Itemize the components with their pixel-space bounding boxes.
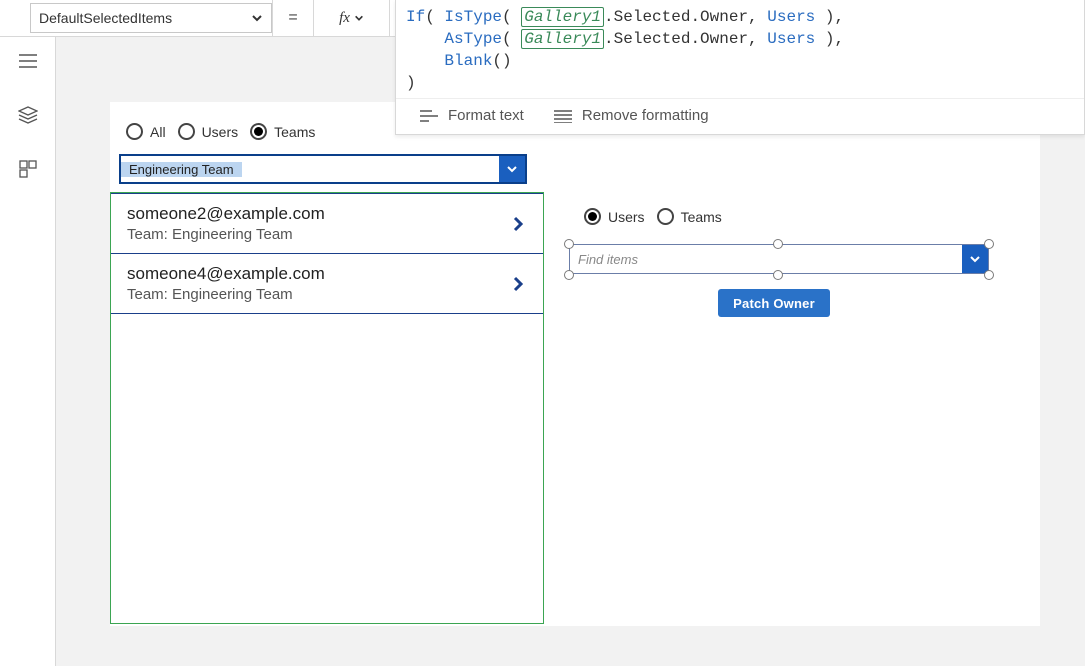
gallery-column: All Users Teams Engineering Team [110,102,547,626]
list-item-email: someone2@example.com [127,204,325,224]
selection-handle[interactable] [564,270,574,280]
format-text-button[interactable]: Format text [420,107,524,124]
chevron-down-icon [962,245,988,273]
formula-toolbar: Format text Remove formatting [396,98,1084,134]
fx-label: fx [339,10,350,27]
team-dropdown-value: Engineering Team [121,162,242,177]
radio-icon [178,123,195,140]
list-item-team: Team: Engineering Team [127,286,325,303]
filter-radio-users[interactable]: Users [178,123,239,140]
patch-owner-button[interactable]: Patch Owner [718,289,830,317]
fx-dropdown[interactable]: fx [314,0,390,36]
selection-handle[interactable] [984,270,994,280]
radio-icon [657,208,674,225]
selection-handle[interactable] [984,239,994,249]
selection-handle[interactable] [564,239,574,249]
radio-icon [584,208,601,225]
owner-radio-teams[interactable]: Teams [657,208,722,225]
remove-formatting-icon [554,109,572,123]
team-dropdown[interactable]: Engineering Team [119,154,527,184]
filter-radio-teams[interactable]: Teams [250,123,315,140]
gallery[interactable]: someone2@example.com Team: Engineering T… [110,192,544,624]
property-select-label: DefaultSelectedItems [39,10,172,26]
hamburger-icon[interactable] [18,51,38,71]
selection-handle[interactable] [773,239,783,249]
selection-handle[interactable] [773,270,783,280]
radio-icon [126,123,143,140]
components-icon[interactable] [18,159,38,179]
list-item[interactable]: someone4@example.com Team: Engineering T… [111,254,543,314]
screen: All Users Teams Engineering Team [110,102,1040,626]
list-item-email: someone4@example.com [127,264,325,284]
format-text-icon [420,109,438,123]
owner-combobox-input[interactable] [570,252,930,267]
owner-radio-users[interactable]: Users [584,208,645,225]
layers-icon[interactable] [18,105,38,125]
radio-icon [250,123,267,140]
list-item-team: Team: Engineering Team [127,226,325,243]
chevron-right-icon [509,215,527,233]
left-rail [0,37,56,666]
chevron-down-icon [354,13,364,23]
list-item[interactable]: someone2@example.com Team: Engineering T… [111,193,543,254]
chevron-down-icon [251,12,263,24]
property-select[interactable]: DefaultSelectedItems [30,3,272,33]
formula-bar[interactable]: If( IsType( Gallery1.Selected.Owner, Use… [395,0,1085,135]
chevron-right-icon [509,275,527,293]
equals-label: = [272,0,314,36]
filter-radio-all[interactable]: All [126,123,166,140]
formula-text[interactable]: If( IsType( Gallery1.Selected.Owner, Use… [396,0,1084,98]
remove-formatting-button[interactable]: Remove formatting [554,107,709,124]
chevron-down-icon [499,156,525,182]
